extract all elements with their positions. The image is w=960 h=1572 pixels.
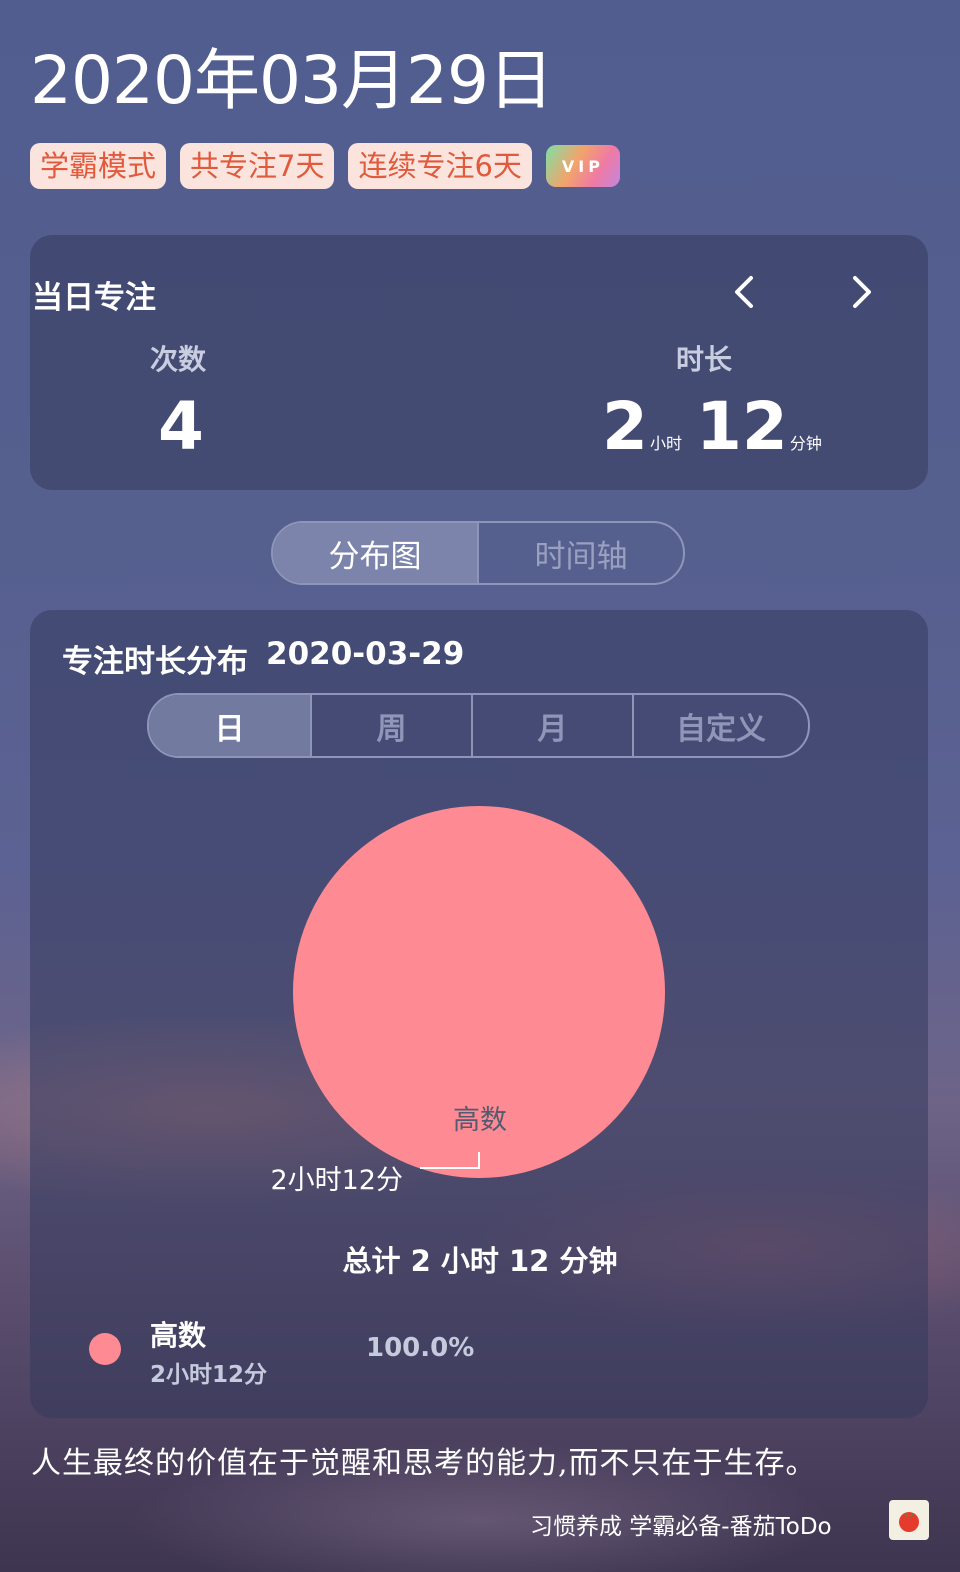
duration-minutes: 12 (695, 388, 788, 465)
tab-distribution[interactable]: 分布图 (273, 523, 477, 583)
date-title: 2020年03月29日 (30, 42, 554, 119)
tomato-logo-icon (889, 1500, 929, 1540)
tab-month[interactable]: 月 (471, 695, 632, 756)
distribution-title: 专注时长分布 2020-03-29 (62, 636, 464, 681)
view-switch: 分布图 时间轴 (271, 521, 685, 585)
count-value: 4 (158, 388, 204, 465)
distribution-title-text: 专注时长分布 (62, 644, 248, 680)
pie-slice-label: 高数 (453, 1105, 507, 1136)
motivational-quote: 人生最终的价值在于觉醒和思考的能力,而不只在于生存。 (31, 1446, 817, 1481)
next-day-button[interactable] (842, 270, 882, 314)
total-duration: 总计 2 小时 12 分钟 (342, 1244, 618, 1278)
tomato-icon (899, 1512, 919, 1532)
achievement-tags: 学霸模式 共专注7天 连续专注6天 VIP (30, 143, 620, 189)
legend-subject-percent: 100.0% (366, 1333, 475, 1363)
legend-subject-name: 高数 (150, 1319, 207, 1352)
daily-focus-title: 当日专注 (32, 280, 156, 316)
streak-tag: 连续专注6天 (348, 143, 532, 189)
count-label: 次数 (150, 343, 207, 376)
prev-day-button[interactable] (724, 270, 764, 314)
chevron-left-icon (735, 276, 753, 308)
duration-label: 时长 (676, 343, 733, 376)
pie-chart: 高数 2小时12分 (270, 806, 665, 1196)
app-slogan: 习惯养成 学霸必备-番茄ToDo (530, 1514, 832, 1540)
total-days-tag: 共专注7天 (180, 143, 335, 189)
pie-value-label: 2小时12分 (270, 1165, 403, 1196)
duration-hours: 2 (602, 388, 648, 465)
mode-tag: 学霸模式 (30, 143, 167, 189)
legend-color-dot (89, 1333, 121, 1365)
duration-hours-unit: 小时 (649, 434, 682, 453)
duration-value: 2 小时 12 分钟 (602, 385, 836, 469)
vip-badge[interactable]: VIP (545, 145, 620, 187)
chevron-right-icon (853, 276, 871, 308)
distribution-date: 2020-03-29 (266, 636, 465, 672)
tab-week[interactable]: 周 (310, 695, 471, 756)
tab-day[interactable]: 日 (149, 695, 310, 756)
duration-minutes-unit: 分钟 (789, 434, 822, 453)
tab-timeline[interactable]: 时间轴 (477, 523, 683, 583)
tab-custom[interactable]: 自定义 (632, 695, 808, 756)
legend-subject-duration: 2小时12分 (150, 1362, 268, 1388)
range-switch: 日 周 月 自定义 (147, 693, 810, 758)
